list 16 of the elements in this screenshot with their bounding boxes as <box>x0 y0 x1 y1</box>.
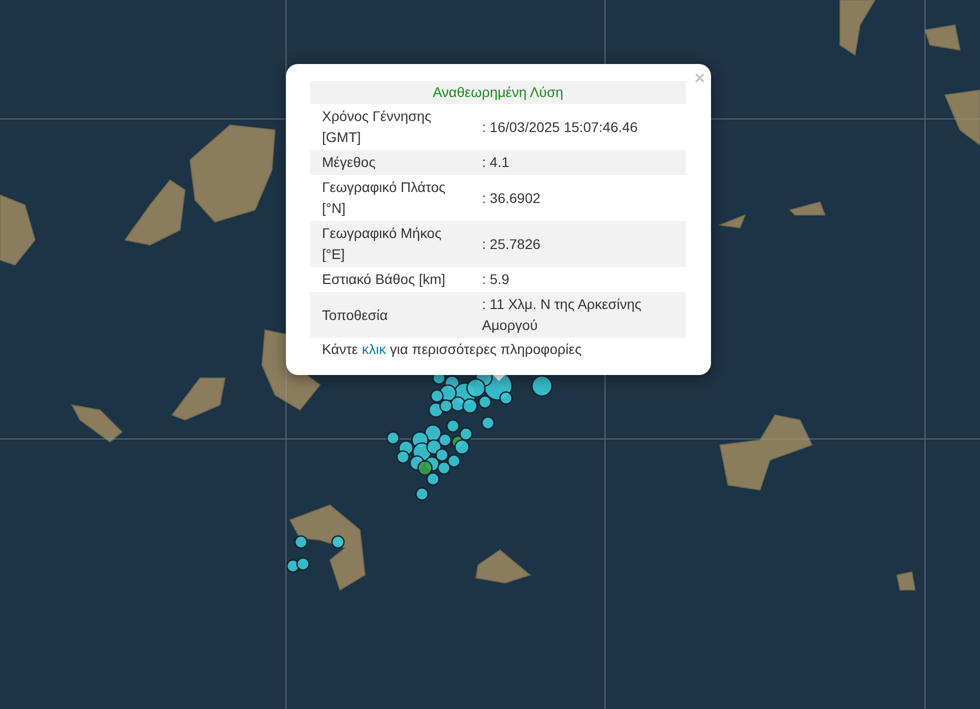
field-label: Χρόνος Γέννησης [GMT] <box>321 107 432 147</box>
field-label: Μέγεθος <box>321 153 376 172</box>
field-value: : 25.7826 <box>482 234 542 254</box>
popup-title: Αναθεωρημένη Λύση <box>432 83 564 102</box>
field-value: : 16/03/2025 15:07:46.46 <box>482 118 639 136</box>
field-value: : 11 Χλμ. Ν της Αρκεσίνης Αμοργού <box>482 295 642 335</box>
more-info-link[interactable]: κλικ <box>362 341 386 357</box>
field-label: Εστιακό Βάθος [km] <box>321 270 446 289</box>
field-value: : 4.1 <box>482 153 510 172</box>
field-value: : 5.9 <box>482 270 510 289</box>
field-label: Γεωγραφικό Μήκος [°E] <box>321 224 442 264</box>
field-value: : 36.6902 <box>482 188 542 208</box>
field-label: Τοποθεσία <box>321 306 389 324</box>
satellite-map[interactable] <box>0 0 980 709</box>
field-label: Γεωγραφικό Πλάτος [°N] <box>321 178 446 218</box>
more-info-text: Κάντε κλικ για περισσότερες πληροφορίες <box>322 341 583 357</box>
